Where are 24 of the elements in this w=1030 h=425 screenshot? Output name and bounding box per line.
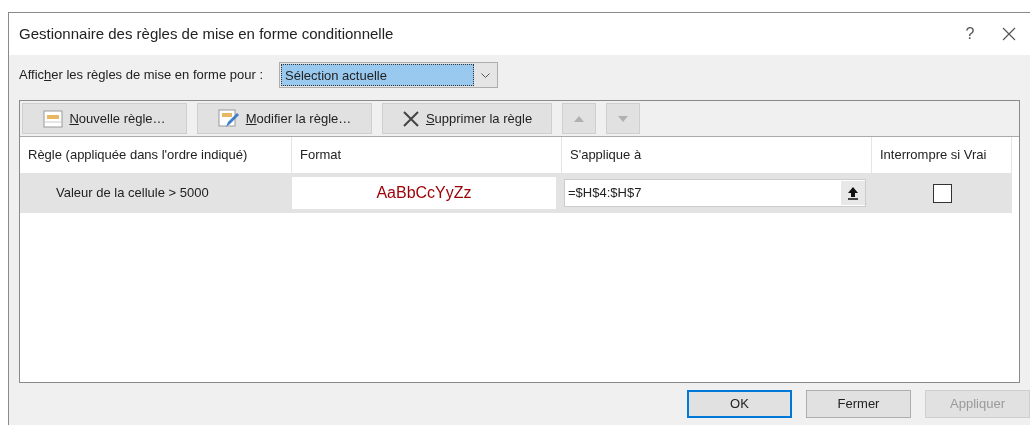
applies-to-field[interactable]: =$H$4:$H$7 (564, 179, 866, 207)
field-value: =$H$4:$H$7 (567, 184, 643, 203)
triangle-up-icon (573, 114, 585, 123)
table-pencil-icon (217, 108, 240, 129)
rule-row[interactable]: Valeur de la cellule > 5000 AaBbCcYyZz =$H$4:$H$7 (20, 173, 1012, 213)
toolbar-button[interactable]: Nouvelle règle… (22, 103, 187, 134)
window-title: Gestionnaire des règles de mise en forme conditionnelle (19, 23, 395, 44)
triangle-down-icon (617, 114, 629, 123)
toolbar-button[interactable]: Supprimer la règle (382, 103, 552, 134)
filter-label: Afficher les règles de mise en forme pour : (19, 66, 263, 85)
help-button[interactable]: ? (950, 22, 990, 46)
filter-dropdown[interactable]: Sélection actuelle (279, 62, 498, 88)
dialog-button[interactable]: Fermer (806, 390, 911, 418)
checkbox[interactable] (932, 183, 952, 203)
chevron-down-icon (480, 72, 490, 78)
table-cell-text: Valeur de la cellule > 5000 (55, 184, 210, 203)
format-preview: AaBbCcYyZz (292, 177, 556, 209)
toolbar-button[interactable]: Modifier la règle… (197, 103, 372, 134)
close-icon[interactable] (1002, 27, 1016, 41)
table-icon (43, 109, 64, 128)
close-icon (401, 109, 420, 128)
collapse-icon[interactable] (841, 181, 865, 205)
dropdown-value: Sélection actuelle (281, 64, 474, 86)
dialog-button[interactable]: OK (687, 390, 792, 418)
